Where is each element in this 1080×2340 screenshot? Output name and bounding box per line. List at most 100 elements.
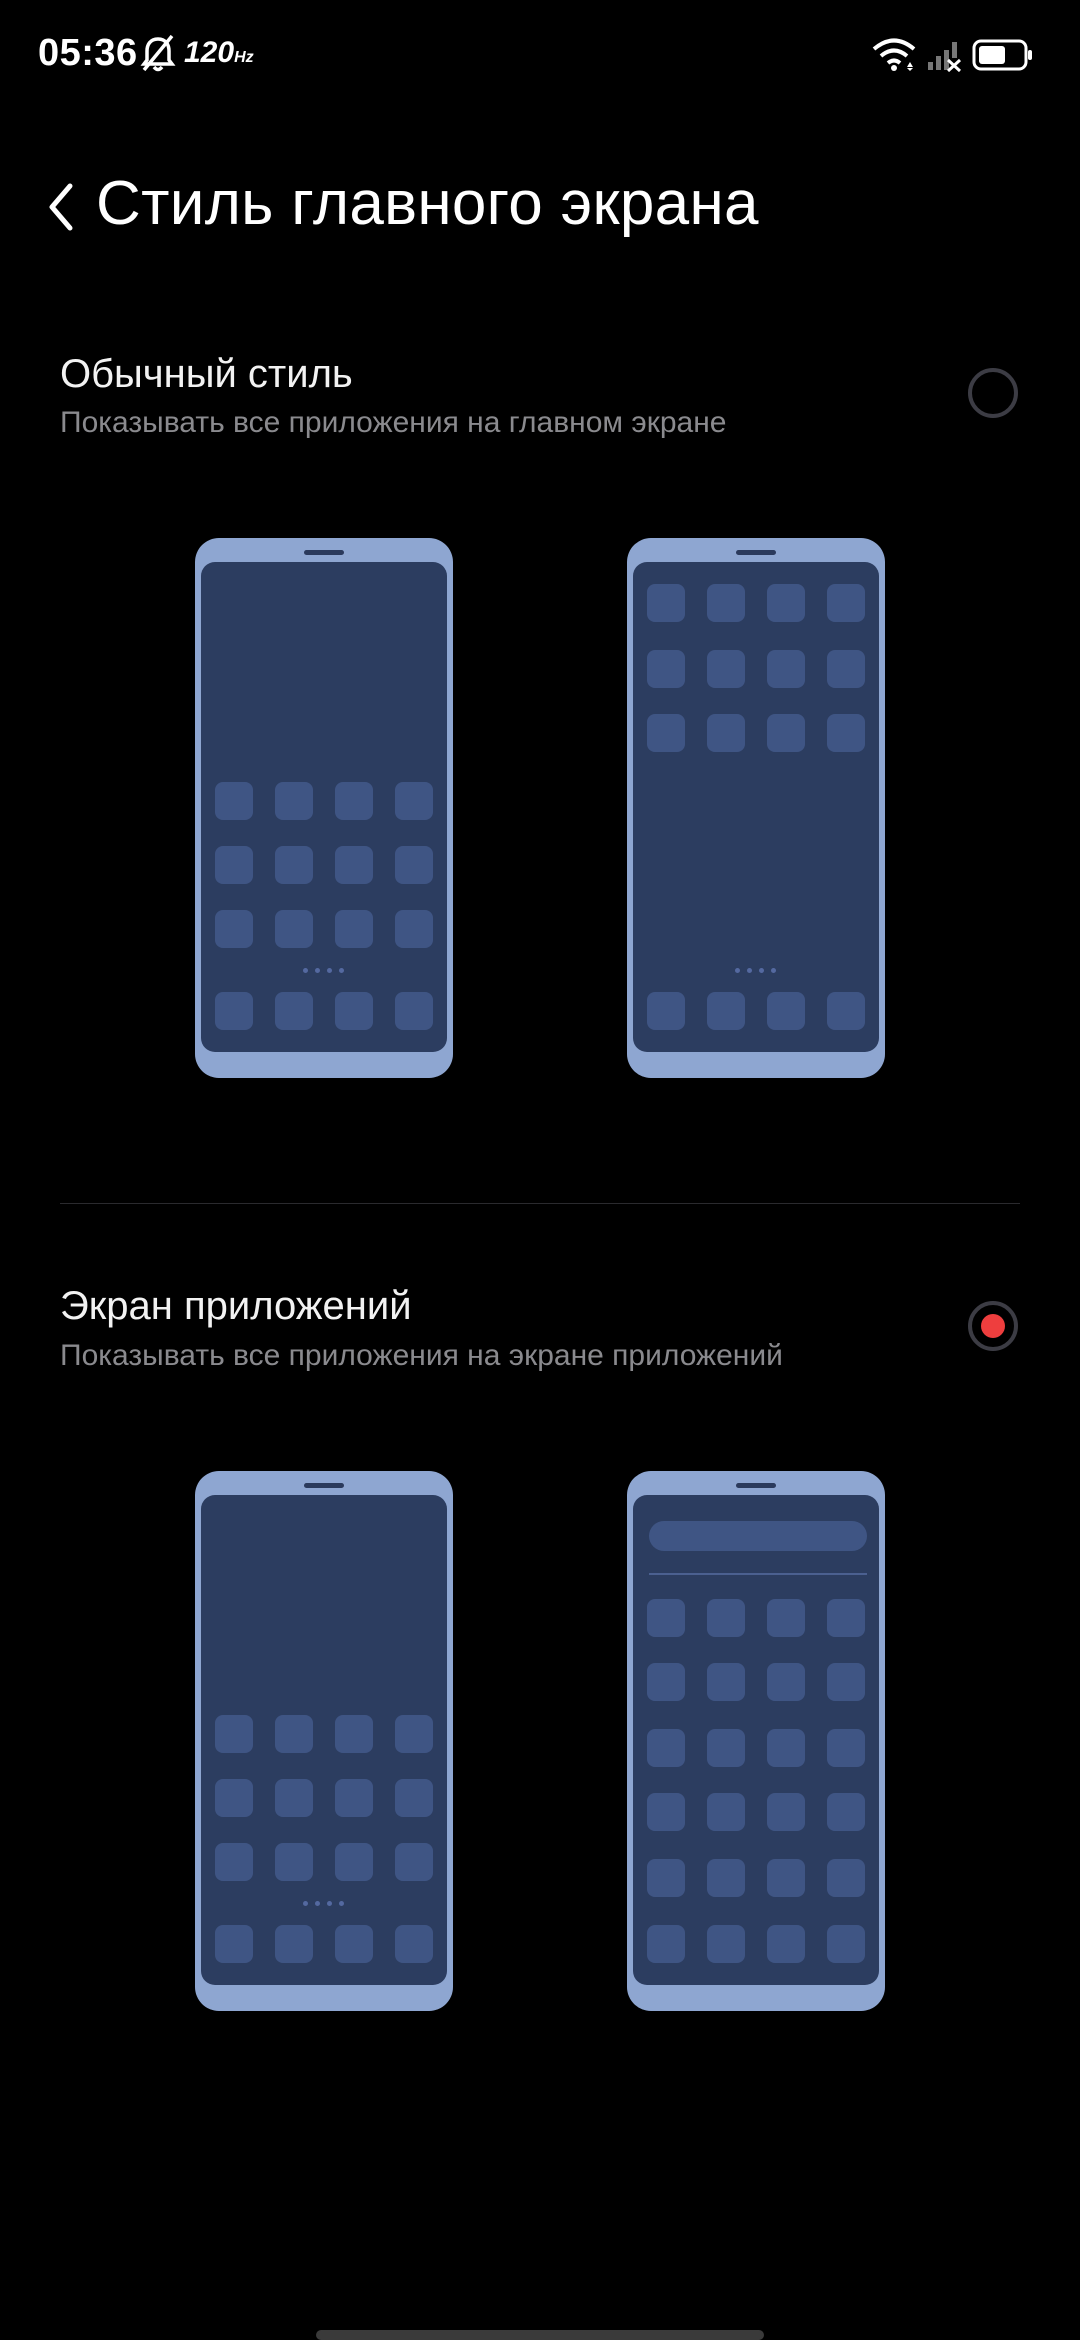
app-tile-icon <box>707 1793 745 1831</box>
app-tile-icon <box>215 782 253 820</box>
app-tile-icon <box>707 1663 745 1701</box>
app-tile-icon <box>215 992 253 1030</box>
app-tile-icon <box>215 910 253 948</box>
app-tile-icon <box>647 650 685 688</box>
app-tile-icon <box>647 1859 685 1897</box>
option-drawer-radio[interactable] <box>968 1301 1018 1351</box>
radio-selected-dot <box>981 1314 1005 1338</box>
phone-speaker <box>304 1483 344 1488</box>
app-tile-icon <box>647 1925 685 1963</box>
page-indicator-dot <box>771 968 776 973</box>
app-tile-icon <box>395 910 433 948</box>
app-tile-icon <box>215 846 253 884</box>
preview-phone-home[interactable] <box>195 538 453 1078</box>
app-tile-icon <box>335 1715 373 1753</box>
signal-x-icon <box>928 42 962 72</box>
app-tile-icon <box>395 1715 433 1753</box>
home-indicator[interactable] <box>316 2330 764 2340</box>
app-tile-icon <box>707 992 745 1030</box>
status-time: 05:36 <box>38 32 138 74</box>
app-tile-icon <box>647 1599 685 1637</box>
app-tile-icon <box>647 992 685 1030</box>
app-tile-icon <box>707 1599 745 1637</box>
app-tile-icon <box>215 1715 253 1753</box>
app-tile-icon <box>707 714 745 752</box>
app-tile-icon <box>707 584 745 622</box>
page-indicator-dot <box>303 968 308 973</box>
app-tile-icon <box>767 584 805 622</box>
app-tile-icon <box>827 714 865 752</box>
app-tile-icon <box>707 1729 745 1767</box>
app-tile-icon <box>275 1779 313 1817</box>
preview-phone-drawer-home[interactable] <box>195 1471 453 2011</box>
app-tile-icon <box>647 1729 685 1767</box>
option-drawer-title[interactable]: Экран приложений <box>60 1284 412 1329</box>
app-tile-icon <box>767 1925 805 1963</box>
app-tile-icon <box>395 992 433 1030</box>
app-tile-icon <box>827 1729 865 1767</box>
option-normal-radio[interactable] <box>968 368 1018 418</box>
preview-phone-home-top[interactable] <box>627 538 885 1078</box>
page-indicator-dot <box>339 968 344 973</box>
option-normal-title[interactable]: Обычный стиль <box>60 352 353 397</box>
phone-speaker <box>736 1483 776 1488</box>
phone-screen <box>201 562 447 1052</box>
wifi-icon <box>872 38 916 71</box>
app-tile-icon <box>827 992 865 1030</box>
app-tile-icon <box>707 1859 745 1897</box>
app-tile-icon <box>767 650 805 688</box>
page-indicator-dot <box>327 968 332 973</box>
app-tile-icon <box>335 846 373 884</box>
app-tile-icon <box>395 1779 433 1817</box>
phone-screen <box>633 1495 879 1985</box>
app-tile-icon <box>647 584 685 622</box>
page-title: Стиль главного экрана <box>96 169 759 238</box>
battery-icon <box>972 39 1032 71</box>
app-tile-icon <box>275 1925 313 1963</box>
app-tile-icon <box>647 1793 685 1831</box>
app-tile-icon <box>827 584 865 622</box>
app-tile-icon <box>335 1843 373 1881</box>
app-tile-icon <box>827 650 865 688</box>
app-tile-icon <box>275 992 313 1030</box>
bell-off-icon <box>140 34 176 72</box>
app-tile-icon <box>767 1859 805 1897</box>
app-tile-icon <box>275 910 313 948</box>
chevron-left-icon[interactable] <box>44 180 78 234</box>
app-tile-icon <box>215 1925 253 1963</box>
app-tile-icon <box>275 1715 313 1753</box>
app-tile-icon <box>827 1663 865 1701</box>
section-divider <box>60 1203 1020 1204</box>
phone-speaker <box>736 550 776 555</box>
app-tile-icon <box>767 714 805 752</box>
app-tile-icon <box>335 992 373 1030</box>
drawer-separator <box>649 1573 867 1575</box>
app-tile-icon <box>275 1843 313 1881</box>
page-indicator-dot <box>759 968 764 973</box>
app-tile-icon <box>335 910 373 948</box>
phone-speaker <box>304 550 344 555</box>
app-tile-icon <box>767 1599 805 1637</box>
phone-screen <box>201 1495 447 1985</box>
page-indicator-dot <box>303 1901 308 1906</box>
app-tile-icon <box>707 650 745 688</box>
refresh-rate: 120Hz <box>184 36 254 69</box>
app-tile-icon <box>395 1843 433 1881</box>
app-tile-icon <box>335 1779 373 1817</box>
app-tile-icon <box>707 1925 745 1963</box>
app-tile-icon <box>827 1859 865 1897</box>
app-tile-icon <box>335 782 373 820</box>
app-tile-icon <box>827 1599 865 1637</box>
app-tile-icon <box>647 1663 685 1701</box>
app-tile-icon <box>215 1843 253 1881</box>
app-tile-icon <box>767 1729 805 1767</box>
option-normal-subtitle: Показывать все приложения на главном экр… <box>60 406 727 439</box>
option-drawer-subtitle: Показывать все приложения на экране прил… <box>60 1339 783 1372</box>
app-tile-icon <box>767 992 805 1030</box>
app-tile-icon <box>827 1925 865 1963</box>
app-tile-icon <box>767 1793 805 1831</box>
app-tile-icon <box>395 1925 433 1963</box>
app-tile-icon <box>395 782 433 820</box>
drawer-search-bar <box>649 1521 867 1551</box>
preview-phone-app-drawer[interactable] <box>627 1471 885 2011</box>
